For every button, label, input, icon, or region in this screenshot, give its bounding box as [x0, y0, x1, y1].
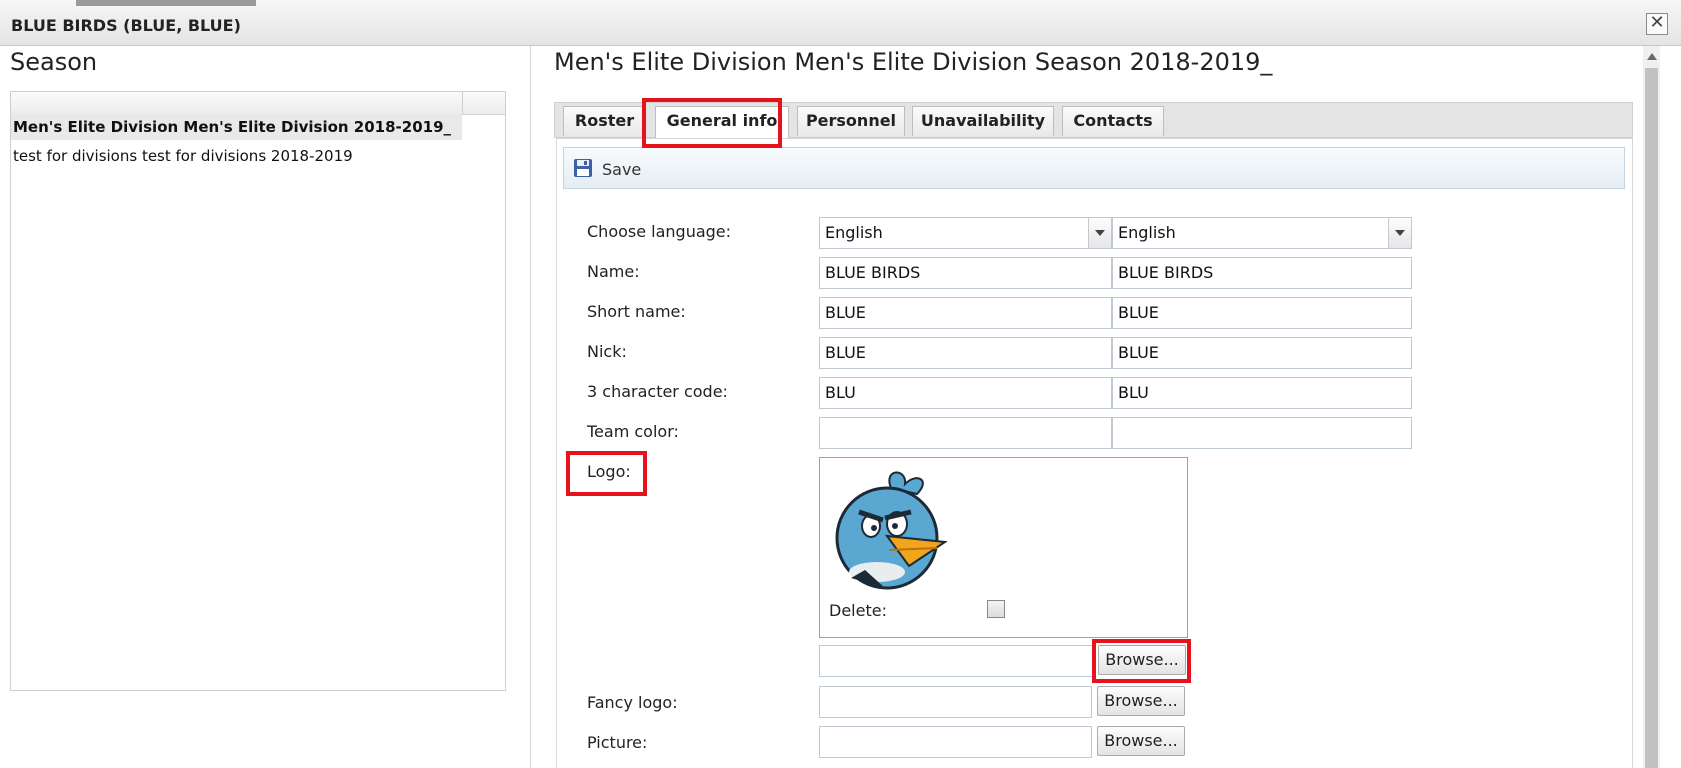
team-color-field-2[interactable] [1112, 417, 1412, 449]
language-select-1[interactable]: English [819, 217, 1112, 249]
window-titlebar [0, 0, 1681, 46]
nick-field-2[interactable]: BLUE [1112, 337, 1412, 369]
nick-field-1[interactable]: BLUE [819, 337, 1112, 369]
highlight-logo-label [566, 451, 647, 496]
season-row[interactable]: test for divisions test for divisions 20… [11, 143, 462, 169]
fancy-logo-browse-button[interactable]: Browse... [1097, 686, 1185, 716]
picture-browse-button[interactable]: Browse... [1097, 726, 1185, 756]
chevron-down-icon[interactable] [1088, 218, 1111, 248]
delete-label: Delete: [829, 601, 887, 620]
short-name-label: Short name: [587, 302, 686, 321]
blue-bird-logo-image [835, 471, 948, 590]
season-row-selected[interactable]: Men's Elite Division Men's Elite Divisio… [11, 114, 462, 140]
language-select-1-value: English [825, 223, 883, 242]
team-color-field-1[interactable] [819, 417, 1112, 449]
name-field-2[interactable]: BLUE BIRDS [1112, 257, 1412, 289]
season-heading: Season [10, 48, 98, 76]
name-field-1[interactable]: BLUE BIRDS [819, 257, 1112, 289]
tab-contacts[interactable]: Contacts [1062, 106, 1164, 136]
language-select-2-value: English [1118, 223, 1176, 242]
picture-file-input[interactable] [819, 726, 1092, 758]
background-window-peek [76, 0, 256, 6]
name-label: Name: [587, 262, 640, 281]
picture-label: Picture: [587, 733, 648, 752]
highlight-browse-button [1092, 639, 1191, 683]
fancy-logo-label: Fancy logo: [587, 693, 678, 712]
season-grid: Men's Elite Division Men's Elite Divisio… [10, 91, 506, 691]
code-label: 3 character code: [587, 382, 728, 401]
close-icon[interactable]: ✕ [1646, 13, 1668, 35]
choose-language-label: Choose language: [587, 222, 732, 241]
chevron-down-icon[interactable] [1388, 218, 1411, 248]
code-field-1[interactable]: BLU [819, 377, 1112, 409]
short-name-field-1[interactable]: BLUE [819, 297, 1112, 329]
tab-unavailability[interactable]: Unavailability [912, 106, 1054, 136]
tab-personnel[interactable]: Personnel [797, 106, 905, 136]
delete-logo-checkbox[interactable] [987, 600, 1005, 618]
short-name-field-2[interactable]: BLUE [1112, 297, 1412, 329]
tab-roster[interactable]: Roster [563, 106, 646, 136]
scrollbar-thumb[interactable] [1645, 68, 1658, 768]
form-toolbar [563, 147, 1625, 189]
season-grid-header [11, 92, 505, 115]
window-title: BLUE BIRDS (BLUE, BLUE) [11, 16, 241, 35]
team-color-label: Team color: [587, 422, 679, 441]
language-select-2[interactable]: English [1112, 217, 1412, 249]
scroll-up-icon[interactable] [1647, 53, 1657, 60]
floppy-disk-icon[interactable] [573, 158, 593, 178]
grid-column-divider [462, 92, 463, 114]
page-title: Men's Elite Division Men's Elite Divisio… [554, 48, 1273, 76]
code-field-2[interactable]: BLU [1112, 377, 1412, 409]
highlight-general-info-tab [642, 98, 782, 148]
save-button[interactable]: Save [602, 160, 641, 179]
logo-file-input[interactable] [819, 645, 1094, 677]
fancy-logo-file-input[interactable] [819, 686, 1092, 718]
nick-label: Nick: [587, 342, 627, 361]
